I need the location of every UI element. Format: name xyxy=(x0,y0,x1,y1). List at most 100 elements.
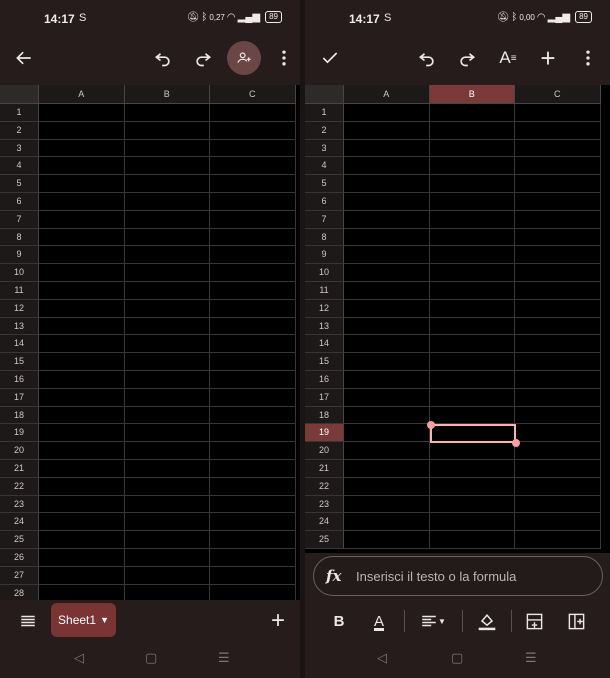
cell-c13[interactable] xyxy=(210,317,296,336)
cell-b18[interactable] xyxy=(429,406,515,425)
cell-b15[interactable] xyxy=(429,353,515,371)
row-header-19[interactable]: 19 xyxy=(305,424,344,443)
column-header-a[interactable]: A xyxy=(344,85,430,104)
cell-a18[interactable] xyxy=(39,406,125,425)
cell-a15[interactable] xyxy=(39,353,125,371)
cell-c8[interactable] xyxy=(210,228,296,247)
row-header-19[interactable]: 19 xyxy=(0,424,39,443)
cell-c9[interactable] xyxy=(210,246,296,265)
cell-a11[interactable] xyxy=(39,282,125,300)
cell-c6[interactable] xyxy=(210,193,296,211)
cell-b8[interactable] xyxy=(429,228,515,247)
cell-b27[interactable] xyxy=(124,566,210,585)
cell-b12[interactable] xyxy=(429,299,515,318)
cell-b10[interactable] xyxy=(429,264,515,282)
cell-c2[interactable] xyxy=(515,121,601,140)
undo-icon[interactable] xyxy=(143,38,183,78)
cell-c20[interactable] xyxy=(210,442,296,460)
cell-b23[interactable] xyxy=(429,495,515,514)
cell-b3[interactable] xyxy=(124,139,210,158)
cell-c1[interactable] xyxy=(210,104,296,122)
column-header-b[interactable]: B xyxy=(124,85,210,104)
cell-a25[interactable] xyxy=(344,531,430,549)
row-header-22[interactable]: 22 xyxy=(305,477,344,496)
cell-a6[interactable] xyxy=(344,193,430,211)
row-header-16[interactable]: 16 xyxy=(0,371,39,389)
cell-c8[interactable] xyxy=(515,228,601,247)
row-header-12[interactable]: 12 xyxy=(0,299,39,318)
cell-b13[interactable] xyxy=(124,317,210,336)
select-all-corner[interactable] xyxy=(0,85,39,104)
cell-b22[interactable] xyxy=(124,477,210,496)
row-header-13[interactable]: 13 xyxy=(0,317,39,336)
cell-b16[interactable] xyxy=(429,371,515,389)
cell-c7[interactable] xyxy=(515,210,601,229)
cell-b10[interactable] xyxy=(124,264,210,282)
row-header-10[interactable]: 10 xyxy=(0,264,39,282)
row-header-11[interactable]: 11 xyxy=(0,282,39,300)
cell-a10[interactable] xyxy=(39,264,125,282)
cell-c23[interactable] xyxy=(515,495,601,514)
cell-b15[interactable] xyxy=(124,353,210,371)
cell-a19[interactable] xyxy=(39,424,125,443)
cell-b19[interactable] xyxy=(124,424,210,443)
cell-c12[interactable] xyxy=(210,299,296,318)
bold-button[interactable]: B xyxy=(329,608,349,634)
select-all-corner[interactable] xyxy=(305,85,344,104)
cell-b25[interactable] xyxy=(124,531,210,549)
cell-c27[interactable] xyxy=(210,566,296,585)
nav-back-icon[interactable]: ◁ xyxy=(74,650,84,666)
row-header-1[interactable]: 1 xyxy=(305,104,344,122)
cell-b6[interactable] xyxy=(124,193,210,211)
cell-c7[interactable] xyxy=(210,210,296,229)
redo-icon[interactable] xyxy=(447,38,487,78)
cell-a18[interactable] xyxy=(344,406,430,425)
cell-a11[interactable] xyxy=(344,282,430,300)
cell-a14[interactable] xyxy=(39,335,125,354)
cell-c1[interactable] xyxy=(515,104,601,122)
column-header-a[interactable]: A xyxy=(39,85,125,104)
cell-b7[interactable] xyxy=(124,210,210,229)
row-header-18[interactable]: 18 xyxy=(0,406,39,425)
cell-a7[interactable] xyxy=(39,210,125,229)
text-color-button[interactable]: A xyxy=(369,608,389,634)
redo-icon[interactable] xyxy=(183,38,223,78)
cell-b1[interactable] xyxy=(124,104,210,122)
cell-b12[interactable] xyxy=(124,299,210,318)
cell-b16[interactable] xyxy=(124,371,210,389)
row-header-14[interactable]: 14 xyxy=(0,335,39,354)
row-header-11[interactable]: 11 xyxy=(305,282,344,300)
cell-b4[interactable] xyxy=(124,157,210,176)
cell-a12[interactable] xyxy=(344,299,430,318)
row-header-6[interactable]: 6 xyxy=(305,193,344,211)
row-header-26[interactable]: 26 xyxy=(0,549,39,567)
check-icon[interactable] xyxy=(310,38,350,78)
cell-c13[interactable] xyxy=(515,317,601,336)
cell-a4[interactable] xyxy=(39,157,125,176)
cell-c14[interactable] xyxy=(515,335,601,354)
cell-c4[interactable] xyxy=(515,157,601,176)
undo-icon[interactable] xyxy=(407,38,447,78)
cell-c3[interactable] xyxy=(210,139,296,158)
cell-b11[interactable] xyxy=(429,282,515,300)
cell-c12[interactable] xyxy=(515,299,601,318)
sheet-tab-sheet1[interactable]: Sheet1 ▼ xyxy=(51,603,116,637)
row-header-23[interactable]: 23 xyxy=(305,495,344,514)
cell-b25[interactable] xyxy=(429,531,515,549)
spreadsheet-grid[interactable]: A B C 1 2 3 4 5 6 7 8 9 10 11 12 13 14 15 16 17 18 19 20 21 22 23… xyxy=(0,85,300,603)
row-header-6[interactable]: 6 xyxy=(0,193,39,211)
cell-b3[interactable] xyxy=(429,139,515,158)
row-header-24[interactable]: 24 xyxy=(305,513,344,532)
cell-a16[interactable] xyxy=(344,371,430,389)
cell-c3[interactable] xyxy=(515,139,601,158)
cell-a24[interactable] xyxy=(39,513,125,532)
cell-c21[interactable] xyxy=(515,460,601,478)
nav-home-icon[interactable]: ▢ xyxy=(451,650,463,666)
cell-a5[interactable] xyxy=(344,175,430,193)
cell-b9[interactable] xyxy=(429,246,515,265)
cell-a22[interactable] xyxy=(39,477,125,496)
cell-c25[interactable] xyxy=(210,531,296,549)
add-sheet-button[interactable]: + xyxy=(258,601,298,641)
cell-a23[interactable] xyxy=(39,495,125,514)
cell-c22[interactable] xyxy=(515,477,601,496)
